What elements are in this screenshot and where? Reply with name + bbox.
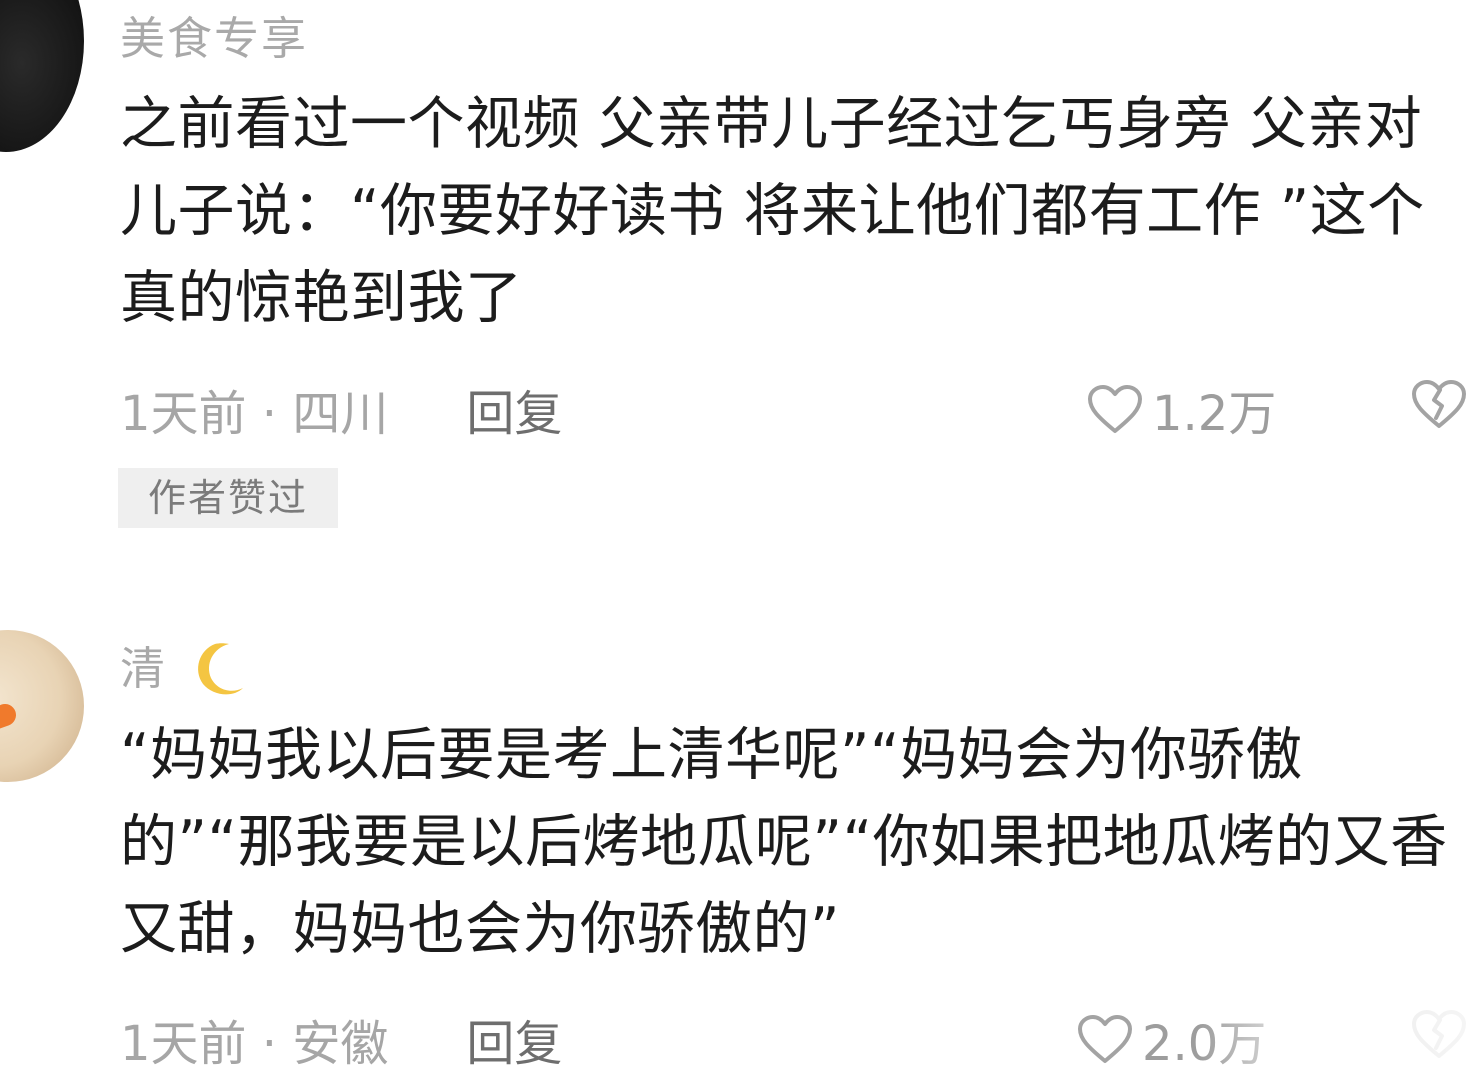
broken-heart-icon xyxy=(1412,1010,1466,1058)
crescent-moon-icon xyxy=(198,643,244,695)
comment-meta: 1天前 · 四川 回复 xyxy=(120,374,562,444)
comment-meta: 1天前 · 安徽 回复 xyxy=(120,1004,562,1074)
time-location: 1天前 · 四川 xyxy=(120,386,389,442)
heart-icon xyxy=(1088,385,1142,433)
avatar-beak xyxy=(0,700,20,730)
comment-text: 之前看过一个视频 父亲带儿子经过乞丐身旁 父亲对儿子说：“你要好好读书 将来让他… xyxy=(120,91,1425,331)
author-liked-badge: 作者赞过 xyxy=(118,468,338,528)
like-count: 2.0万 xyxy=(1142,1016,1267,1072)
reply-button[interactable]: 回复 xyxy=(466,374,562,444)
avatar[interactable] xyxy=(0,0,84,152)
like-button[interactable]: 1.2万 xyxy=(1086,374,1276,444)
heart-icon xyxy=(1078,1015,1132,1063)
dislike-button[interactable] xyxy=(1410,378,1468,434)
username[interactable]: 美食专享 xyxy=(120,2,308,67)
username-text: 清 xyxy=(120,642,168,695)
comment-text: “妈妈我以后要是考上清华呢”“妈妈会为你骄傲的”“那我要是以后烤地瓜呢”“你如果… xyxy=(120,722,1448,962)
broken-heart-icon xyxy=(1412,380,1466,428)
like-count: 1.2万 xyxy=(1152,386,1277,442)
like-button[interactable]: 2.0万 xyxy=(1076,1004,1266,1074)
avatar[interactable] xyxy=(0,630,84,782)
username[interactable]: 清 xyxy=(120,632,249,702)
dislike-button[interactable] xyxy=(1410,1008,1468,1064)
time-location: 1天前 · 安徽 xyxy=(120,1016,389,1072)
reply-button[interactable]: 回复 xyxy=(466,1004,562,1074)
